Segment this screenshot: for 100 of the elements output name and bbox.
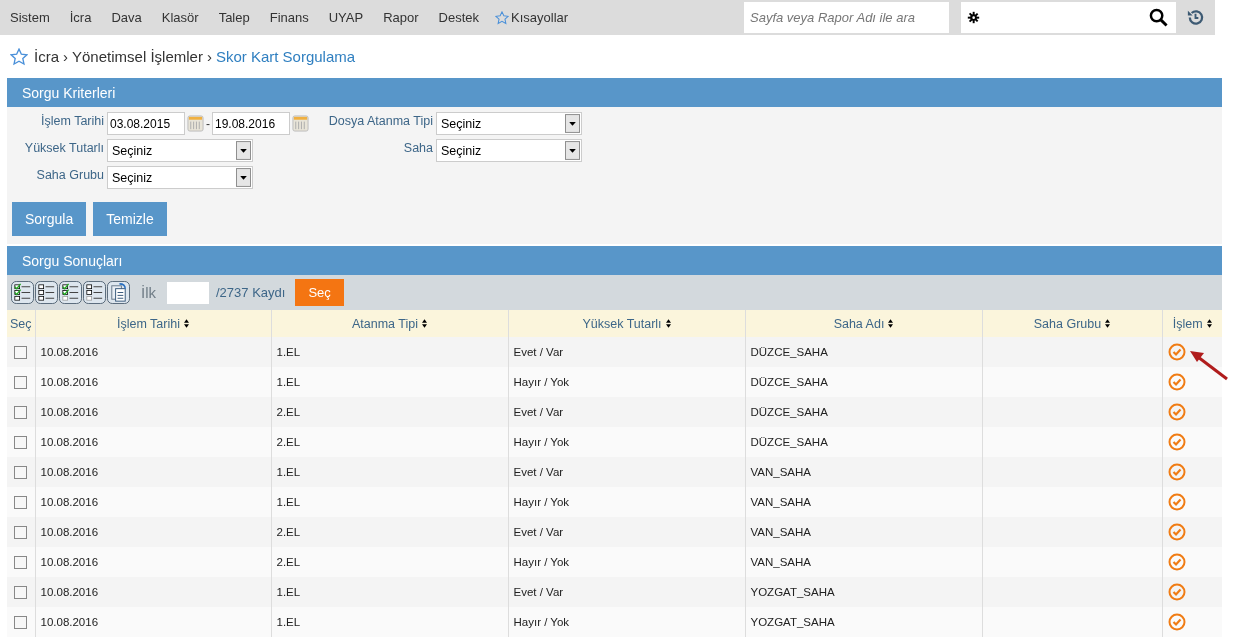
table-cell: Evet / Var xyxy=(513,526,564,538)
row-checkbox[interactable] xyxy=(14,525,28,539)
table-cell: Evet / Var xyxy=(513,346,564,358)
shortcuts-menu[interactable]: Kısayollar xyxy=(495,10,569,25)
sort-icon xyxy=(1105,319,1111,328)
menu-item[interactable]: Dava xyxy=(111,10,142,25)
table-cell: 10.08.2016 xyxy=(40,436,99,448)
calendar-icon[interactable] xyxy=(292,115,309,132)
date-separator: - xyxy=(206,116,210,131)
table-cell: 10.08.2016 xyxy=(40,556,99,568)
select-field[interactable]: Seçiniz xyxy=(436,112,582,135)
checklist-icon[interactable] xyxy=(59,281,82,304)
sort-icon xyxy=(888,319,894,328)
column-header[interactable]: Yüksek Tutarlı xyxy=(508,310,745,337)
menu-item[interactable]: Finans xyxy=(269,10,309,25)
select-field[interactable]: Seçiniz xyxy=(107,166,253,189)
menu-item[interactable]: Talep xyxy=(218,10,250,25)
table-cell: 2.EL xyxy=(276,556,301,568)
table-cell: 1.EL xyxy=(276,616,301,628)
check-circle-icon[interactable] xyxy=(1167,433,1186,451)
check-circle-icon[interactable] xyxy=(1167,613,1186,631)
menu-item[interactable]: İcra xyxy=(69,10,92,25)
row-checkbox[interactable] xyxy=(14,465,28,479)
check-circle-icon[interactable] xyxy=(1167,343,1186,361)
breadcrumb-link[interactable]: Yönetimsel İşlemler xyxy=(72,48,203,65)
date-field[interactable]: 19.08.2016 xyxy=(212,112,290,135)
field-label: Saha xyxy=(402,140,433,155)
table-cell: Hayır / Yok xyxy=(513,376,570,388)
check-circle-icon[interactable] xyxy=(1167,523,1186,541)
menu-item[interactable]: Sistem xyxy=(10,10,50,25)
table-cell: Evet / Var xyxy=(513,586,564,598)
table-cell: Evet / Var xyxy=(513,406,564,418)
menu-item[interactable]: Destek xyxy=(438,10,480,25)
calendar-icon[interactable] xyxy=(187,115,204,132)
field-label: Saha Grubu xyxy=(35,167,104,182)
table-cell: YOZGAT_SAHA xyxy=(750,616,835,628)
table-cell: 1.EL xyxy=(276,496,301,508)
field-label: Yüksek Tutarlı xyxy=(23,140,104,155)
record-count-field[interactable] xyxy=(167,281,209,304)
gear-icon xyxy=(967,11,980,24)
checklist-icon[interactable] xyxy=(35,281,58,304)
row-checkbox[interactable] xyxy=(14,615,28,629)
table-cell: DÜZCE_SAHA xyxy=(750,436,828,448)
check-circle-icon[interactable] xyxy=(1167,493,1186,511)
table-cell: 10.08.2016 xyxy=(40,376,99,388)
row-checkbox[interactable] xyxy=(14,495,28,509)
check-circle-icon[interactable] xyxy=(1167,373,1186,391)
breadcrumb-link[interactable]: Skor Kart Sorgulama xyxy=(215,48,356,65)
row-checkbox[interactable] xyxy=(14,435,28,449)
column-header[interactable]: İşlem xyxy=(1162,310,1222,337)
star-icon[interactable] xyxy=(10,47,28,66)
table-cell: 10.08.2016 xyxy=(40,406,99,418)
search-field[interactable]: Sayfa veya Rapor Adı ile ara xyxy=(744,2,949,33)
panel-header: Sorgu Sonuçları xyxy=(7,246,1222,275)
checklist-icon[interactable] xyxy=(83,281,106,304)
table-cell: Hayır / Yok xyxy=(513,556,570,568)
table-cell: 10.08.2016 xyxy=(40,466,99,478)
column-header[interactable]: İşlem Tarihi xyxy=(35,310,271,337)
table-cell: 2.EL xyxy=(276,436,301,448)
check-circle-icon[interactable] xyxy=(1167,403,1186,421)
sort-icon xyxy=(184,319,189,328)
check-circle-icon[interactable] xyxy=(1167,463,1186,481)
table-cell: 10.08.2016 xyxy=(40,496,99,508)
table-cell: Hayır / Yok xyxy=(513,496,570,508)
column-header[interactable]: Saha Grubu xyxy=(982,310,1162,337)
table-cell: Hayır / Yok xyxy=(513,436,570,448)
row-checkbox[interactable] xyxy=(14,405,28,419)
row-checkbox[interactable] xyxy=(14,555,28,569)
table-cell: DÜZCE_SAHA xyxy=(750,406,828,418)
table-cell: 10.08.2016 xyxy=(40,616,99,628)
select-field[interactable]: Seçiniz xyxy=(436,139,582,162)
record-total: /2737 Kaydı xyxy=(216,285,286,300)
table-cell: 1.EL xyxy=(276,466,301,478)
annotation-arrow xyxy=(1188,348,1230,382)
clipboard-icon[interactable] xyxy=(107,281,130,304)
check-circle-icon[interactable] xyxy=(1167,553,1186,571)
field-label: Dosya Atanma Tipi xyxy=(327,113,433,128)
star-icon xyxy=(495,10,510,25)
row-checkbox[interactable] xyxy=(14,345,28,359)
column-header[interactable]: Saha Adı xyxy=(745,310,982,337)
search-icon[interactable] xyxy=(1149,8,1168,27)
table-cell: 2.EL xyxy=(276,406,301,418)
date-field[interactable]: 03.08.2015 xyxy=(107,112,185,135)
check-circle-icon[interactable] xyxy=(1167,583,1186,601)
column-header[interactable]: Seç xyxy=(7,310,35,337)
row-checkbox[interactable] xyxy=(14,585,28,599)
menu-item[interactable]: Rapor xyxy=(383,10,419,25)
menu-item[interactable]: Klasör xyxy=(161,10,199,25)
table-cell: DÜZCE_SAHA xyxy=(750,376,828,388)
row-checkbox[interactable] xyxy=(14,375,28,389)
select-field[interactable]: Seçiniz xyxy=(107,139,253,162)
column-header[interactable]: Atanma Tipi xyxy=(271,310,508,337)
field-label: İşlem Tarihi xyxy=(40,113,104,128)
breadcrumb-separator: › xyxy=(206,48,212,65)
history-icon[interactable] xyxy=(1186,8,1205,27)
checklist-icon[interactable] xyxy=(11,281,34,304)
menu-item[interactable]: UYAP xyxy=(328,10,364,25)
breadcrumb-link[interactable]: İcra xyxy=(34,48,59,65)
quick-search-field[interactable] xyxy=(961,2,1176,33)
panel-header: Sorgu Kriterleri xyxy=(7,78,1222,107)
